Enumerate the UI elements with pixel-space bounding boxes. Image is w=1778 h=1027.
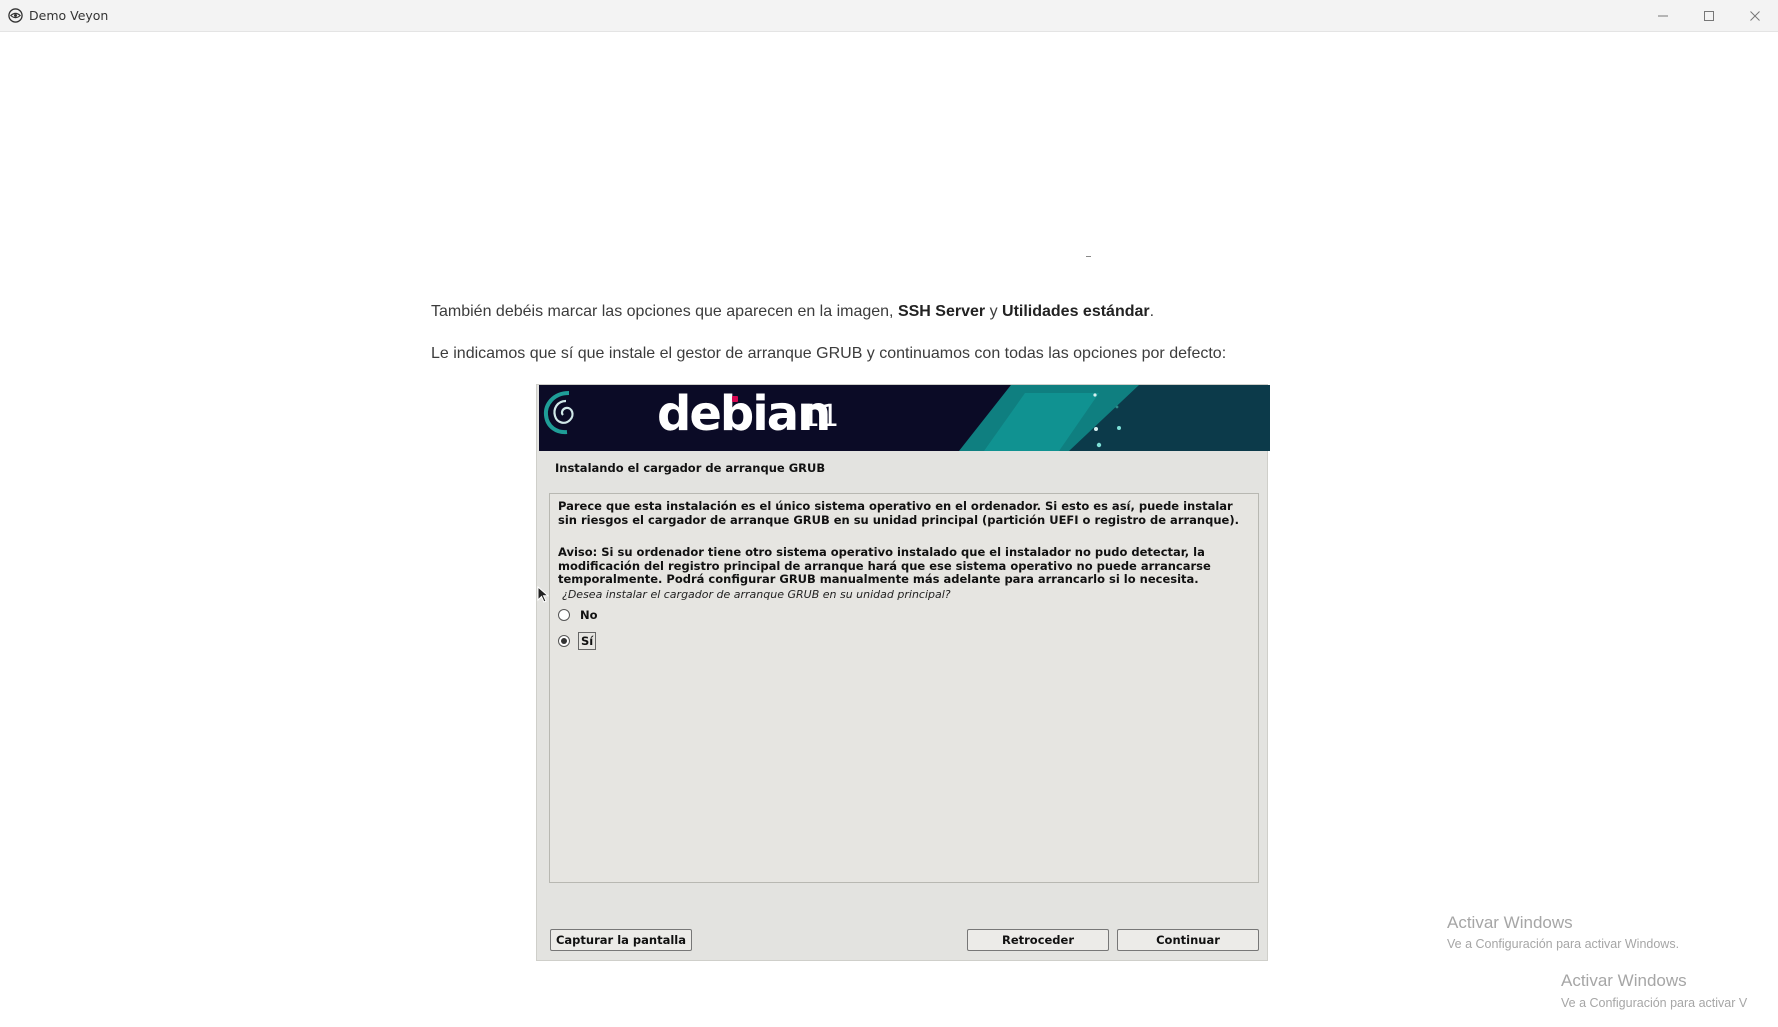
activation-watermark-title: Activar Windows [1561,971,1687,990]
paragraph-text: y [985,303,1003,320]
radio-label: No [580,608,598,622]
content-viewport: También debéis marcar las opciones que a… [0,32,1778,1027]
debian-version: 11 [801,399,840,434]
paragraph-grub: Le indicamos que sí que instale el gesto… [431,345,1227,362]
close-button[interactable] [1732,0,1778,31]
window-titlebar: Demo Veyon [0,0,1778,32]
paragraph-text: También debéis marcar las opciones que a… [431,303,898,320]
window-title: Demo Veyon [29,8,109,23]
veyon-eye-icon [8,8,23,23]
mouse-cursor-icon [537,586,549,603]
installer-warning-text: Aviso: Si su ordenador tiene otro sistem… [558,545,1211,586]
minimize-button[interactable] [1640,0,1686,31]
maximize-icon [1704,10,1714,21]
continue-button[interactable]: Continuar [1117,929,1259,951]
divider-dash [1086,256,1091,257]
installer-screenshot: debian 11 Instalando el cargador de arra… [536,384,1270,961]
radio-option-no[interactable]: No [558,606,600,624]
activation-watermark-title: Activar Windows [1447,913,1573,932]
banner-art [959,385,1270,451]
activation-watermark-sub: Ve a Configuración para activar V [1561,996,1748,1010]
installer-info-text: Parece que esta instalación es el único … [558,499,1239,527]
paragraph-text: . [1149,303,1155,320]
minimize-icon [1658,15,1668,16]
installer-question: ¿Desea instalar el cargador de arranque … [562,588,951,601]
radio-option-si[interactable]: Sí [558,632,597,650]
installer-step-title: Instalando el cargador de arranque GRUB [555,461,826,475]
debian-banner: debian 11 [539,385,1270,451]
bold-utilidades: Utilidades estándar [1002,303,1150,320]
activation-watermark-sub: Ve a Configuración para activar Windows. [1447,937,1680,951]
installer-content-box: Parece que esta instalación es el único … [549,493,1259,883]
paragraph-options: También debéis marcar las opciones que a… [431,303,1154,321]
radio-button[interactable] [558,609,570,621]
capture-screen-button[interactable]: Capturar la pantalla [550,929,692,951]
radio-label: Sí [578,632,597,650]
maximize-button[interactable] [1686,0,1732,31]
radio-button-selected[interactable] [558,635,570,647]
debian-swirl-icon [543,391,574,435]
close-icon [1750,10,1760,21]
bold-ssh-server: SSH Server [897,303,986,320]
back-button[interactable]: Retroceder [967,929,1109,951]
debian-dot [732,396,738,402]
